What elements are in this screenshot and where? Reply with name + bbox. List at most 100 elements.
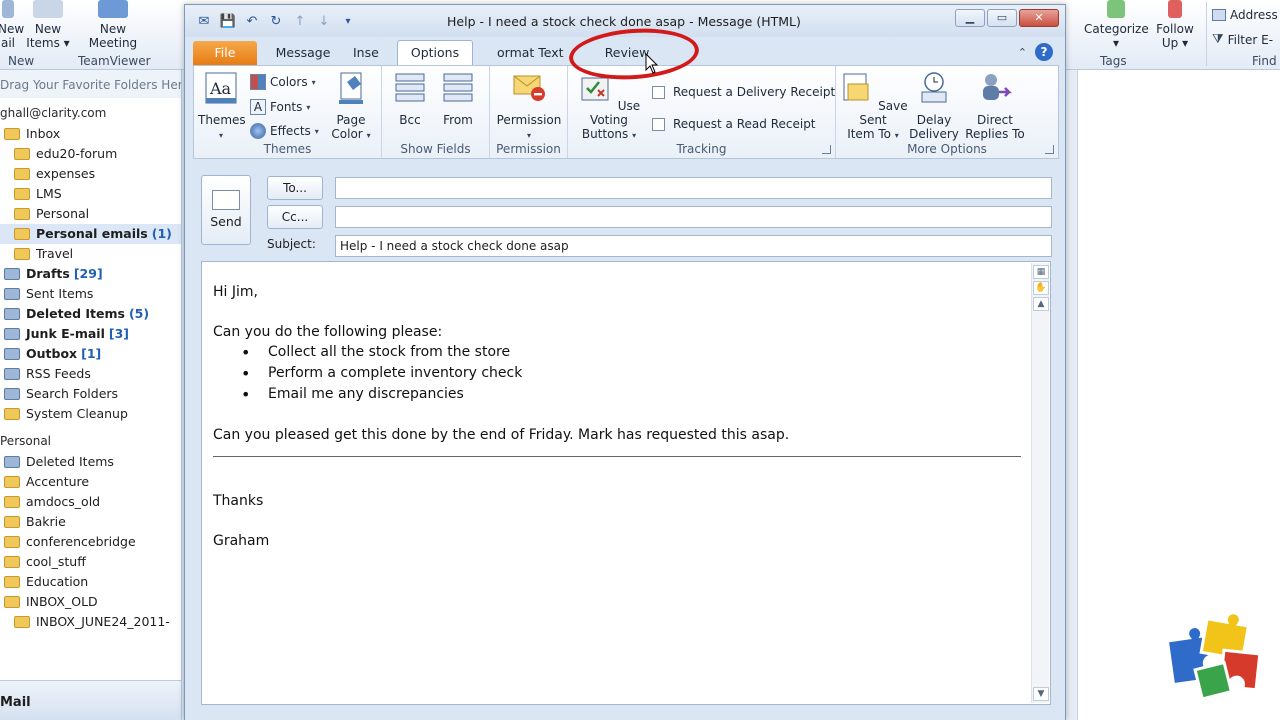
folder-item[interactable]: RSS Feeds [0,364,181,384]
find-group-label: Find [1252,54,1277,68]
folder-item[interactable]: Deleted Items (5) [0,304,181,324]
folder-item[interactable]: System Cleanup [0,404,181,424]
folder-item[interactable]: Drafts [29] [0,264,181,284]
down-arrow-icon[interactable]: ↓ [315,13,333,31]
new-email-button[interactable]: New ail [0,0,24,50]
read-receipt-checkbox[interactable]: Request a Read Receipt [652,114,816,134]
permission-icon [513,75,545,101]
direct-replies-button[interactable]: Direct Replies To [962,70,1028,141]
show-fields-group-label: Show Fields [400,142,471,156]
minimize-icon[interactable]: ▁ [955,9,985,27]
customize-qat-icon[interactable]: ▾ [339,13,357,31]
permission-button[interactable]: Permission ▾ [494,70,564,143]
tracking-group-label: Tracking [676,142,727,156]
outlook-app-icon[interactable]: ✉ [195,13,213,31]
tags-group-label: Tags [1100,54,1127,68]
message-body-editor[interactable]: Hi Jim, Can you do the following please:… [201,261,1051,705]
folder-item[interactable]: amdocs_old [0,492,181,512]
folder-item[interactable]: edu20-forum [0,144,181,164]
folder-icon [4,128,20,140]
folder-item[interactable]: Personal emails (1) [0,224,181,244]
follow-up-top: Follow [1156,22,1194,36]
list-item: Collect all the stock from the store [213,342,1021,363]
folder-item[interactable]: expenses [0,164,181,184]
effects-button[interactable]: Effects ▾ [250,121,319,141]
folder-item[interactable]: Bakrie [0,512,181,532]
folder-item[interactable]: Search Folders [0,384,181,404]
personal-section-header[interactable]: Personal [0,424,181,452]
folder-name: expenses [36,166,96,181]
folder-name: Accenture [26,474,90,489]
folder-item[interactable]: LMS [0,184,181,204]
send-button[interactable]: Send [201,175,251,245]
save-icon[interactable]: 💾 [219,13,237,31]
save-sent-item-button[interactable]: Save Sent Item To ▾ [838,70,908,143]
folder-item[interactable]: Accenture [0,472,181,492]
cc-field[interactable] [335,206,1052,228]
to-button[interactable]: To... [267,176,323,200]
themes-button[interactable]: Aa Themes ▾ [198,70,246,143]
ruler-toggle-icon[interactable]: ▦ [1033,265,1049,279]
folder-item[interactable]: INBOX_JUNE24_2011- [0,612,181,632]
scroll-up-icon[interactable]: ▲ [1033,297,1049,311]
folder-item[interactable]: INBOX_OLD [0,592,181,612]
minimize-ribbon-icon[interactable]: ⌃ [1018,46,1027,59]
themes-icon: Aa [205,72,237,104]
maximize-icon[interactable]: ▭ [987,9,1017,27]
categorize-button[interactable]: Categorize ▾ [1084,0,1149,50]
vertical-scrollbar[interactable]: ▦ ✋ ▲ ▼ [1031,263,1049,703]
close-icon[interactable]: ✕ [1019,9,1059,27]
folder-item[interactable]: Outbox [1] [0,344,181,364]
signature-line: Graham [213,533,270,549]
subject-field[interactable]: Help - I need a stock check done asap [335,235,1052,257]
redo-icon[interactable]: ↻ [267,13,285,31]
fonts-button[interactable]: A Fonts ▾ [250,97,310,117]
folder-item[interactable]: Junk E-mail [3] [0,324,181,344]
folder-item[interactable]: Sent Items [0,284,181,304]
more-options-launcher-icon[interactable] [1045,145,1054,154]
page-color-button[interactable]: Page Color ▾ [324,70,378,143]
colors-button[interactable]: Colors ▾ [250,72,316,92]
scroll-down-icon[interactable]: ▼ [1033,687,1049,701]
from-button[interactable]: From [436,70,480,127]
tab-file[interactable]: File [193,41,257,65]
folder-item[interactable]: cool_stuff [0,552,181,572]
list-item: Email me any discrepancies [213,384,1021,405]
to-field[interactable] [335,177,1052,199]
follow-up-button[interactable]: Follow Up ▾ [1152,0,1198,50]
folder-item[interactable]: Education [0,572,181,592]
folder-icon [14,616,30,628]
cc-button[interactable]: Cc... [267,205,323,229]
window-title: Help - I need a stock check done asap - … [447,14,801,29]
new-items-button[interactable]: New Items ▾ [26,0,70,50]
bcc-button[interactable]: Bcc [388,70,432,127]
voting-buttons-button[interactable]: Use Voting Buttons ▾ [572,70,646,143]
message-body[interactable]: Hi Jim, Can you do the following please:… [213,282,1021,551]
folder-item[interactable]: Inbox [0,124,181,144]
delay-delivery-button[interactable]: Delay Delivery [908,70,960,141]
account-header[interactable]: ghall@clarity.com [0,98,181,124]
tab-insert[interactable]: Inse [353,41,389,65]
tracking-launcher-icon[interactable] [822,145,831,154]
folder-item[interactable]: conferencebridge [0,532,181,552]
folder-name: System Cleanup [26,406,128,421]
folder-item[interactable]: Travel [0,244,181,264]
folder-item[interactable]: Deleted Items [0,452,181,472]
folder-item[interactable]: Personal [0,204,181,224]
folder-unread-count: [29] [73,266,103,281]
bcc-icon [395,73,425,102]
tracking-group: Use Voting Buttons ▾ Request a Delivery … [568,66,836,158]
undo-icon[interactable]: ↶ [243,13,261,31]
delivery-receipt-checkbox[interactable]: Request a Delivery Receipt [652,82,835,102]
help-icon[interactable]: ? [1035,43,1053,61]
pan-hand-icon[interactable]: ✋ [1033,281,1049,295]
tab-options[interactable]: Options [397,40,473,66]
up-arrow-icon[interactable]: ↑ [291,13,309,31]
filter-email-button[interactable]: ⧩ Filter E- [1212,32,1273,47]
tab-message[interactable]: Message [271,41,335,65]
new-meeting-button[interactable]: New Meeting [86,0,140,50]
mail-nav-button[interactable]: Mail [0,680,181,720]
address-book-button[interactable]: Address [1212,8,1278,22]
